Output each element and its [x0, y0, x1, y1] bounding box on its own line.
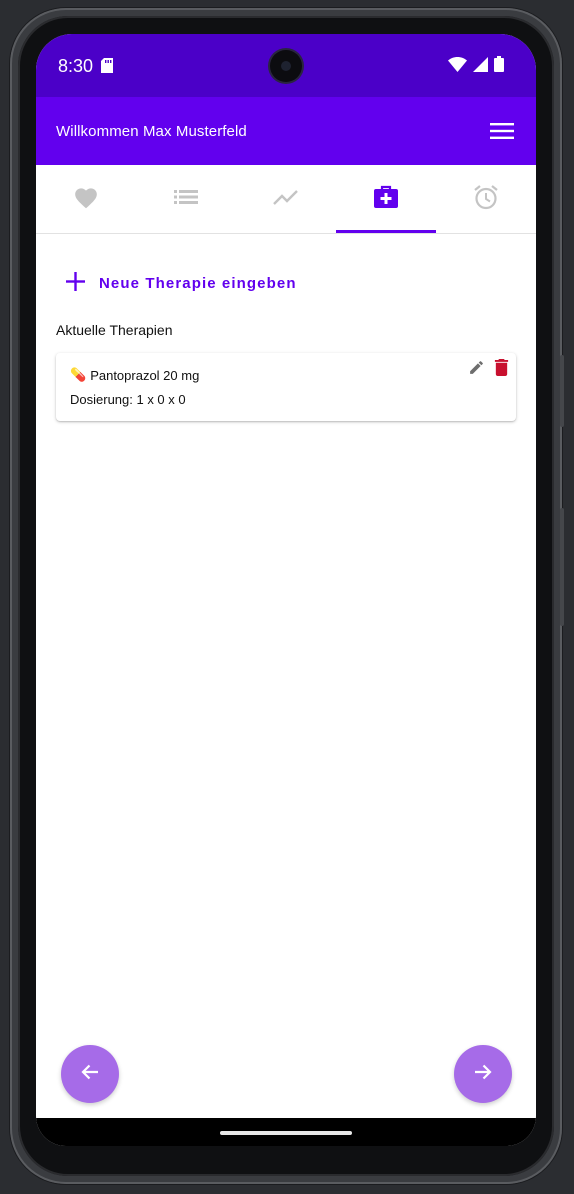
tab-therapy[interactable] — [336, 165, 436, 233]
plus-icon — [66, 271, 85, 295]
system-navigation-bar — [36, 1118, 536, 1146]
power-button — [560, 508, 564, 626]
tab-vitals[interactable] — [36, 165, 136, 233]
phone-screen: 8:30 Willkommen Max Musterfeld Neue Ther… — [36, 34, 536, 1146]
tab-bar — [36, 165, 536, 234]
battery-icon — [494, 56, 504, 77]
new-therapy-button[interactable]: Neue Therapie eingeben — [66, 266, 297, 300]
list-icon — [174, 189, 198, 210]
therapy-name: Pantoprazol 20 mg — [90, 367, 200, 383]
tab-list[interactable] — [136, 165, 236, 233]
status-bar: 8:30 — [36, 34, 536, 97]
pencil-icon[interactable] — [468, 359, 485, 381]
arrow-left-icon — [80, 1062, 100, 1087]
front-camera — [270, 50, 302, 82]
therapy-dosage: Dosierung: 1 x 0 x 0 — [70, 392, 186, 407]
alarm-clock-icon — [473, 184, 499, 215]
therapy-title: 💊 Pantoprazol 20 mg — [70, 367, 199, 383]
tab-reminders[interactable] — [436, 165, 536, 233]
sd-card-icon — [101, 58, 113, 78]
new-therapy-label: Neue Therapie eingeben — [99, 274, 297, 292]
medical-bag-icon — [373, 185, 399, 214]
pill-icon: 💊 — [70, 367, 87, 382]
wifi-icon — [448, 56, 467, 77]
hamburger-menu-icon[interactable] — [490, 123, 514, 144]
app-bar: Willkommen Max Musterfeld — [36, 97, 536, 165]
status-time: 8:30 — [58, 56, 94, 76]
section-title: Aktuelle Therapien — [56, 322, 173, 338]
previous-button[interactable] — [61, 1045, 119, 1103]
app-title: Willkommen Max Musterfeld — [56, 123, 247, 140]
heart-icon — [73, 185, 99, 214]
next-button[interactable] — [454, 1045, 512, 1103]
arrow-right-icon — [473, 1062, 493, 1087]
trending-icon — [273, 188, 299, 211]
therapy-card[interactable]: 💊 Pantoprazol 20 mg Dosierung: 1 x 0 x 0 — [56, 353, 516, 421]
status-icons — [448, 56, 504, 77]
home-gesture-pill[interactable] — [220, 1131, 352, 1135]
trash-icon[interactable] — [494, 359, 509, 381]
volume-button — [560, 355, 564, 427]
tab-trends[interactable] — [236, 165, 336, 233]
signal-icon — [473, 56, 488, 77]
active-tab-indicator — [336, 230, 436, 233]
